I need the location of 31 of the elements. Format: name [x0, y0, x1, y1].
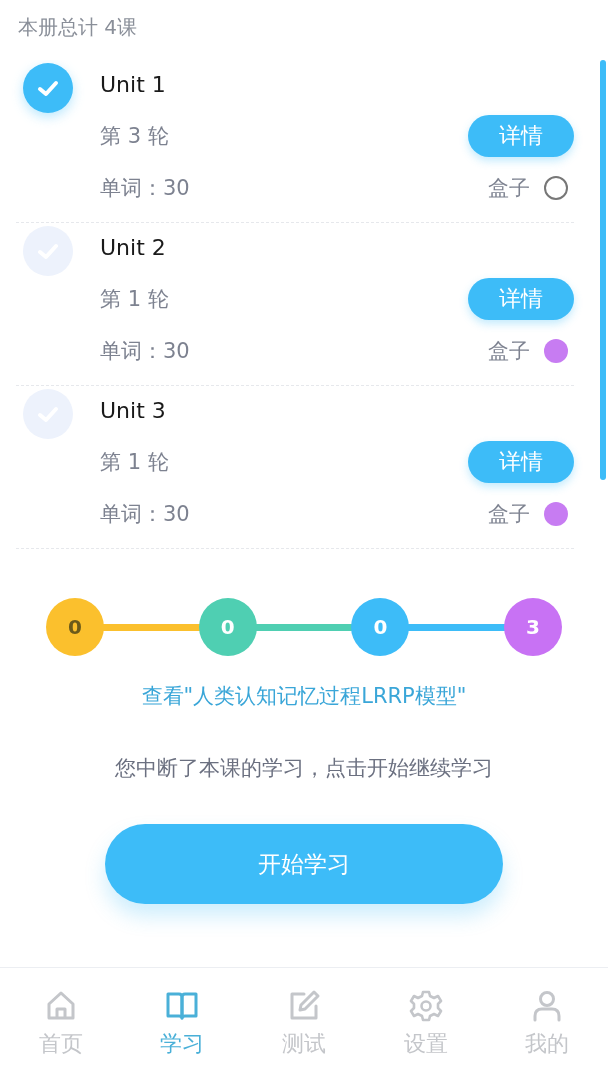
tab[interactable]: 设置 [395, 989, 456, 1059]
step-count: 0 [198, 598, 257, 656]
details-button[interactable]: 详情 [468, 115, 574, 157]
resume-message: 您中断了本课的学习，点击开始继续学习 [115, 755, 493, 782]
step-count: 3 [504, 598, 562, 656]
lesson-count: 本册总计 4课 [18, 15, 138, 39]
tab[interactable]: 首页 [30, 989, 91, 1059]
box-label: 盒子 [488, 338, 530, 365]
word-count: 单词：30 [100, 501, 190, 528]
gear-icon [408, 989, 443, 1023]
box-label: 盒子 [488, 175, 530, 202]
check-icon[interactable] [22, 62, 74, 114]
unit-title: Unit 2 [100, 234, 166, 262]
round-label: 第 3 轮 [100, 123, 169, 150]
box-label: 盒子 [488, 501, 530, 528]
tab[interactable]: 我的 [517, 989, 578, 1059]
step-count: 0 [351, 598, 410, 656]
start-button[interactable]: 开始学习 [105, 824, 503, 904]
unit-title: Unit 3 [100, 397, 166, 425]
details-button[interactable]: 详情 [468, 441, 574, 483]
unit-title: Unit 1 [100, 71, 166, 99]
round-label: 第 1 轮 [100, 286, 169, 313]
details-button[interactable]: 详情 [468, 278, 574, 320]
tab[interactable]: 测试 [274, 989, 334, 1059]
scrollbar[interactable] [600, 60, 606, 480]
step-count: 0 [46, 598, 104, 656]
model-link[interactable]: 查看"人类认知记忆过程LRRP模型" [141, 682, 467, 710]
word-count: 单词：30 [100, 338, 190, 365]
round-label: 第 1 轮 [100, 449, 169, 476]
word-count: 单词：30 [100, 175, 190, 202]
tab[interactable]: 学习 [152, 989, 213, 1059]
